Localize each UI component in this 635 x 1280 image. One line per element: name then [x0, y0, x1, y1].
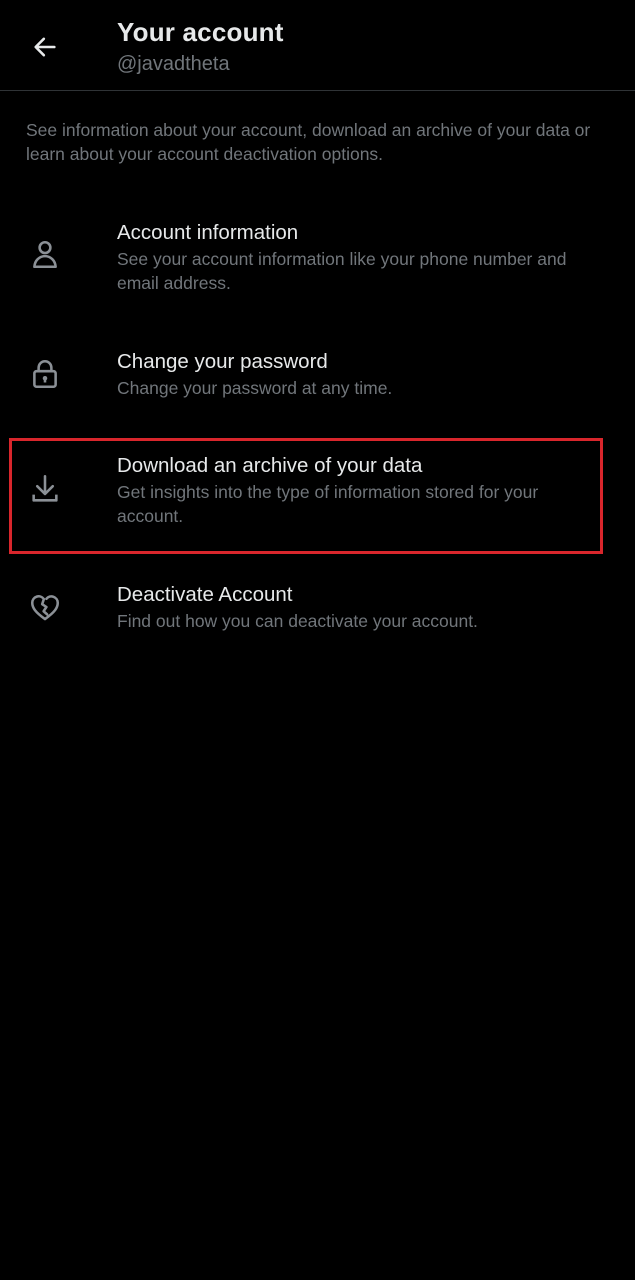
intro-text: See information about your account, down… — [26, 120, 591, 164]
menu-item-label: Download an archive of your data — [117, 454, 423, 477]
menu-item-label: Change your password — [117, 350, 328, 373]
menu-item-label: Account information — [117, 221, 299, 244]
menu-item-download-archive[interactable]: Download an archive of your data Get ins… — [0, 448, 635, 548]
menu-item-description: See your account information like your p… — [117, 249, 567, 293]
download-icon — [26, 470, 64, 508]
menu-item-label: Deactivate Account — [117, 583, 293, 606]
header: Your account @javadtheta — [0, 0, 635, 91]
back-button[interactable] — [22, 24, 68, 70]
account-settings-screen: Your account @javadtheta See information… — [0, 0, 635, 1280]
broken-heart-icon — [26, 588, 64, 626]
menu-item-description: Get insights into the type of informatio… — [117, 482, 539, 526]
page-title: Your account — [117, 17, 284, 47]
lock-icon — [26, 355, 64, 393]
arrow-left-icon — [34, 37, 56, 57]
person-icon — [26, 235, 64, 273]
menu-item-description: Find out how you can deactivate your acc… — [117, 611, 478, 631]
menu-item-deactivate-account[interactable]: Deactivate Account Find out how you can … — [0, 578, 635, 648]
menu-item-change-password[interactable]: Change your password Change your passwor… — [0, 345, 635, 415]
menu-item-description: Change your password at any time. — [117, 378, 393, 398]
menu-item-account-information[interactable]: Account information See your account inf… — [0, 215, 635, 315]
account-handle: @javadtheta — [117, 53, 230, 75]
